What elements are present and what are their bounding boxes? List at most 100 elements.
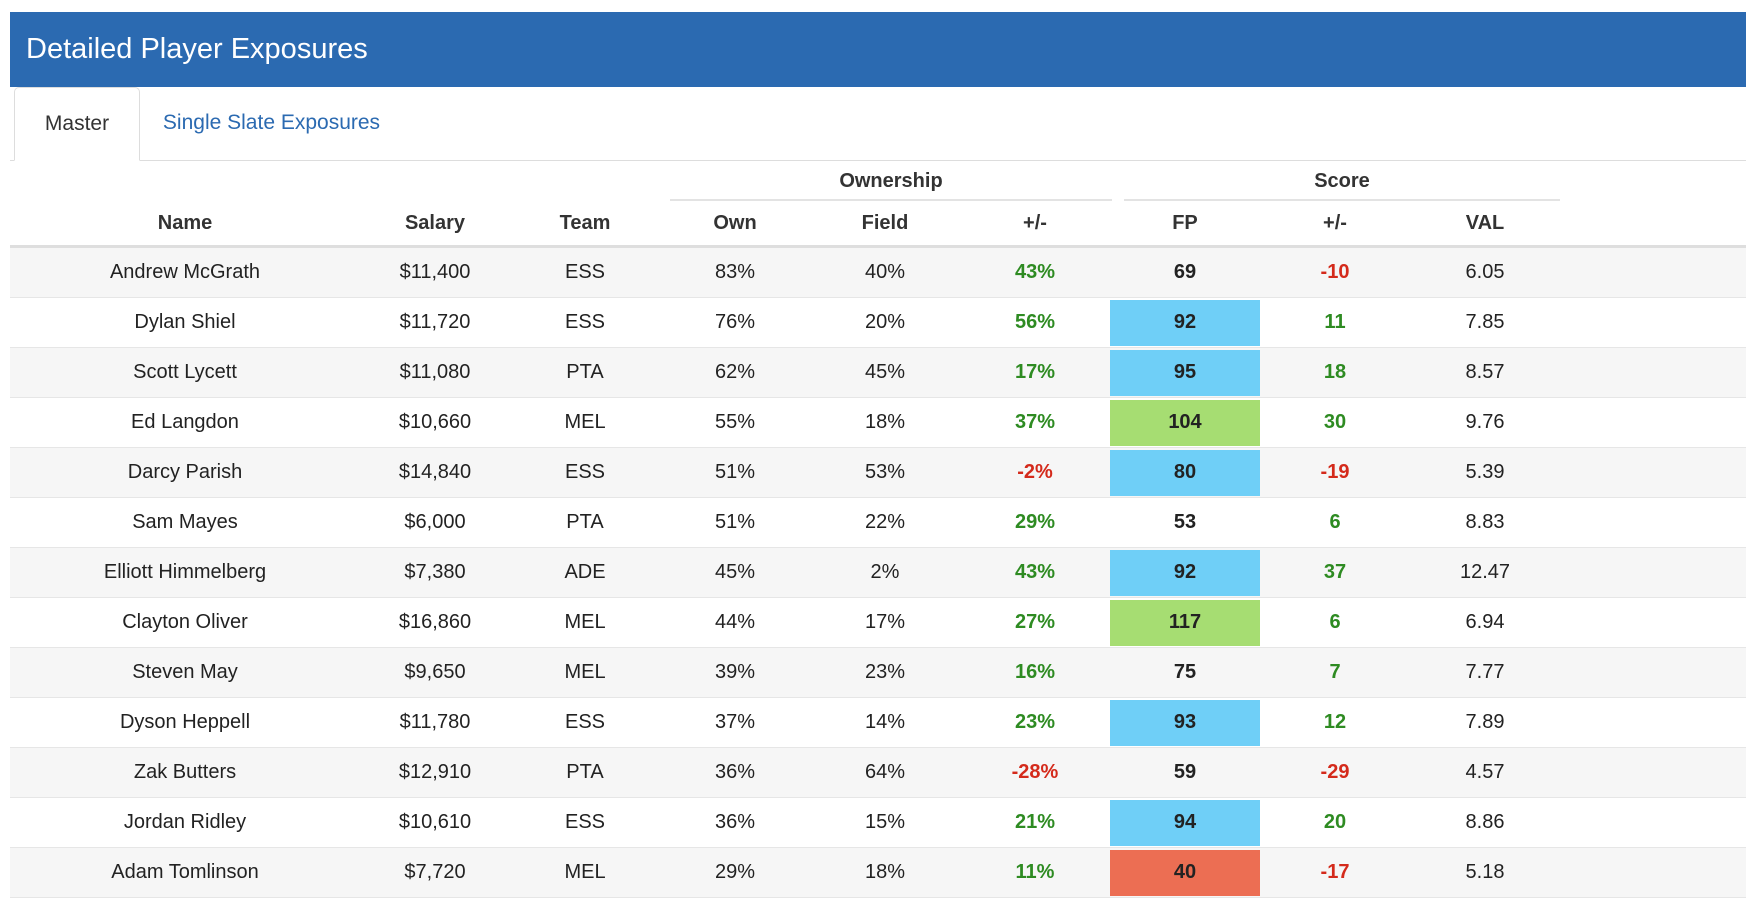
ownership-group-label: Ownership — [839, 169, 943, 192]
ownership-plus-minus-cell: 17% — [1014, 361, 1056, 383]
table-row[interactable]: Zak Butters $12,910 PTA 36% 64% -28% 59 -29 4.57 — [10, 748, 1746, 798]
field-cell: 15% — [864, 811, 906, 833]
table-row[interactable]: Steven May $9,650 MEL 39% 23% 16% 75 7 7.77 — [10, 648, 1746, 698]
fp-cell: 53 — [1110, 498, 1260, 547]
val-cell: 6.94 — [1465, 611, 1505, 633]
player-name: Steven May — [132, 661, 238, 683]
table-row[interactable]: Jordan Ridley $10,610 ESS 36% 15% 21% 94 20 8.86 — [10, 798, 1746, 848]
table-row[interactable]: Darcy Parish $14,840 ESS 51% 53% -2% 80 -19 5.39 — [10, 448, 1746, 498]
table-body: Andrew McGrath $11,400 ESS 83% 40% 43% 69 -10 6.… — [10, 248, 1746, 898]
player-name: Sam Mayes — [132, 511, 238, 533]
table-row[interactable]: Elliott Himmelberg $7,380 ADE 45% 2% 43% 92 37 1… — [10, 548, 1746, 598]
table-row[interactable]: Dylan Shiel $11,720 ESS 76% 20% 56% 92 11 7.85 — [10, 298, 1746, 348]
table-row[interactable]: Adam Tomlinson $7,720 MEL 29% 18% 11% 40 -17 5.1… — [10, 848, 1746, 898]
table-row[interactable]: Ed Langdon $10,660 MEL 55% 18% 37% 104 30 9.76 — [10, 398, 1746, 448]
team-cell: MEL — [564, 661, 606, 683]
fp-value: 59 — [1173, 761, 1197, 783]
score-plus-minus-cell: 6 — [1329, 611, 1341, 633]
score-plus-minus-cell: 30 — [1323, 411, 1347, 433]
team-cell: PTA — [566, 511, 604, 533]
team-cell: ESS — [564, 311, 606, 333]
ownership-plus-minus-cell: 43% — [1014, 561, 1056, 583]
ownership-plus-minus-cell: -2% — [1017, 461, 1053, 483]
table-row[interactable]: Scott Lycett $11,080 PTA 62% 45% 17% 95 18 8.57 — [10, 348, 1746, 398]
own-cell: 76% — [714, 311, 756, 333]
own-cell: 39% — [714, 661, 756, 683]
player-name: Dylan Shiel — [134, 311, 236, 333]
table-row[interactable]: Dyson Heppell $11,780 ESS 37% 14% 23% 93 12 7.89 — [10, 698, 1746, 748]
column-group-row: Ownership Score — [10, 161, 1746, 201]
panel-title: Detailed Player Exposures — [26, 33, 368, 65]
ownership-plus-minus-cell: 56% — [1014, 311, 1056, 333]
own-cell: 36% — [714, 761, 756, 783]
team-cell: PTA — [566, 361, 604, 383]
table-row[interactable]: Clayton Oliver $16,860 MEL 44% 17% 27% 117 6 6.9… — [10, 598, 1746, 648]
team-cell: ADE — [564, 561, 606, 583]
player-name: Andrew McGrath — [109, 261, 261, 283]
team-cell: ESS — [564, 461, 606, 483]
column-header-ownership-plus-minus[interactable]: +/- — [960, 201, 1110, 245]
val-cell: 9.76 — [1465, 411, 1505, 433]
own-cell: 51% — [714, 461, 756, 483]
team-cell: ESS — [564, 261, 606, 283]
field-cell: 53% — [864, 461, 906, 483]
ownership-group-header: Ownership — [670, 161, 1112, 201]
val-cell: 7.77 — [1465, 661, 1505, 683]
salary-cell: $11,080 — [399, 361, 471, 383]
team-cell: MEL — [564, 411, 606, 433]
tab-single-slate-exposures[interactable]: Single Slate Exposures — [150, 87, 393, 159]
salary-cell: $10,660 — [398, 411, 472, 433]
column-header-row: Name Salary Team Own Field +/- FP +/- VA… — [10, 201, 1746, 248]
own-cell: 45% — [714, 561, 756, 583]
tab-master[interactable]: Master — [14, 87, 140, 161]
column-header-val[interactable]: VAL — [1410, 201, 1560, 245]
field-cell: 40% — [864, 261, 906, 283]
fp-cell: 104 — [1110, 398, 1260, 447]
fp-value: 40 — [1110, 849, 1260, 896]
ownership-plus-minus-cell: -28% — [1011, 761, 1059, 783]
column-header-score-plus-minus[interactable]: +/- — [1260, 201, 1410, 245]
column-header-own[interactable]: Own — [660, 201, 810, 245]
fp-cell: 69 — [1110, 248, 1260, 297]
player-name: Scott Lycett — [133, 361, 237, 383]
player-name: Elliott Himmelberg — [103, 561, 267, 583]
score-plus-minus-cell: 37 — [1323, 561, 1347, 583]
score-plus-minus-cell: 12 — [1323, 711, 1347, 733]
own-cell: 37% — [714, 711, 756, 733]
ownership-plus-minus-cell: 16% — [1014, 661, 1056, 683]
salary-cell: $11,780 — [399, 711, 471, 733]
fp-cell: 92 — [1110, 548, 1260, 597]
table-row[interactable]: Sam Mayes $6,000 PTA 51% 22% 29% 53 6 8.83 — [10, 498, 1746, 548]
team-cell: MEL — [564, 611, 606, 633]
score-plus-minus-cell: -19 — [1320, 461, 1350, 483]
player-name: Dyson Heppell — [119, 711, 251, 733]
fp-cell: 93 — [1110, 698, 1260, 747]
salary-cell: $11,720 — [399, 311, 471, 333]
field-cell: 64% — [864, 761, 906, 783]
val-cell: 7.85 — [1465, 311, 1505, 333]
salary-cell: $11,400 — [399, 261, 471, 283]
fp-value: 80 — [1110, 449, 1260, 496]
column-header-fp[interactable]: FP — [1110, 201, 1260, 245]
score-plus-minus-cell: 7 — [1329, 661, 1341, 683]
val-cell: 6.05 — [1465, 261, 1505, 283]
fp-value: 92 — [1110, 549, 1260, 596]
salary-cell: $6,000 — [404, 511, 466, 533]
ownership-group-divider — [670, 199, 1112, 201]
column-header-name[interactable]: Name — [10, 201, 360, 245]
score-plus-minus-cell: -29 — [1320, 761, 1350, 783]
panel-header: Detailed Player Exposures — [10, 12, 1746, 87]
column-header-salary[interactable]: Salary — [360, 201, 510, 245]
score-plus-minus-cell: 6 — [1329, 511, 1341, 533]
field-cell: 14% — [864, 711, 906, 733]
score-plus-minus-cell: -10 — [1320, 261, 1350, 283]
column-header-field[interactable]: Field — [810, 201, 960, 245]
table-row[interactable]: Andrew McGrath $11,400 ESS 83% 40% 43% 69 -10 6.… — [10, 248, 1746, 298]
ownership-plus-minus-cell: 27% — [1014, 611, 1056, 633]
salary-cell: $10,610 — [398, 811, 472, 833]
column-header-team[interactable]: Team — [510, 201, 660, 245]
score-plus-minus-cell: 20 — [1323, 811, 1347, 833]
fp-value: 75 — [1173, 661, 1197, 683]
val-cell: 8.83 — [1465, 511, 1505, 533]
salary-cell: $9,650 — [404, 661, 466, 683]
